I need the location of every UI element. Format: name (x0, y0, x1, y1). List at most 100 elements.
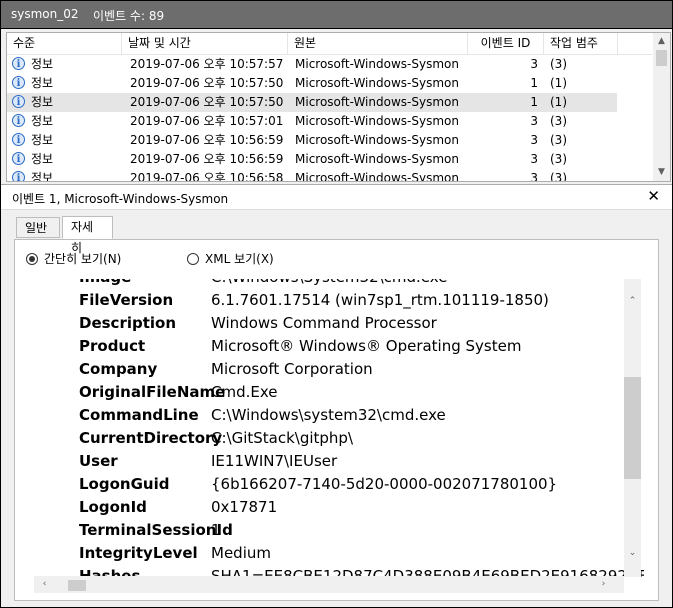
scroll-up-chevron-icon[interactable]: ⌃ (624, 293, 641, 310)
tab-details[interactable]: 자세히 (62, 216, 113, 255)
cell-source: Microsoft-Windows-Sysmon (295, 152, 459, 166)
radio-selected-icon (26, 253, 38, 265)
cell-id: 1 (530, 95, 538, 109)
field-value: 1 (211, 521, 221, 539)
column-datetime[interactable]: 날짜 및 시간 (122, 33, 288, 54)
cell-id: 3 (530, 171, 538, 182)
scroll-down-chevron-icon[interactable]: ⌄ (624, 545, 641, 562)
detail-field-row: FileVersion 6.1.7601.17514 (win7sp1_rtm.1… (34, 289, 634, 312)
column-event-id[interactable]: 이벤트 ID (468, 33, 544, 54)
field-key: CommandLine (79, 406, 199, 424)
scroll-up-arrow-icon[interactable]: ▲ (653, 33, 670, 50)
detail-field-row: User IE11WIN7\IEUser (34, 450, 634, 473)
cell-category: (1) (550, 76, 567, 90)
close-icon[interactable]: ✕ (647, 187, 660, 205)
info-icon (12, 169, 25, 181)
detail-field-row: LogonId 0x17871 (34, 496, 634, 519)
column-level[interactable]: 수준 (7, 33, 122, 54)
cell-source: Microsoft-Windows-Sysmon (295, 133, 459, 147)
cell-source: Microsoft-Windows-Sysmon (295, 95, 459, 109)
tab-general[interactable]: 일반 (16, 217, 60, 238)
info-icon (12, 55, 25, 74)
info-icon (12, 74, 25, 93)
list-scrollbar[interactable]: ▲ ▼ (653, 33, 670, 181)
cell-source: Microsoft-Windows-Sysmon (295, 114, 459, 128)
info-icon (12, 150, 25, 169)
info-icon (12, 131, 25, 150)
detail-field-row: CommandLine C:\Windows\system32\cmd.exe (34, 404, 634, 427)
event-detail-header: 이벤트 1, Microsoft-Windows-Sysmon ✕ (1, 184, 672, 210)
cell-level: 정보 (31, 171, 54, 182)
field-key: Description (79, 314, 177, 332)
xml-view-label: XML 보기(X) (205, 252, 274, 266)
field-value: Microsoft Corporation (211, 360, 373, 378)
cell-id: 3 (530, 152, 538, 166)
cell-source: Microsoft-Windows-Sysmon (295, 171, 459, 182)
field-key: Product (79, 337, 146, 355)
log-name: sysmon_02 (11, 7, 79, 21)
table-row[interactable]: 정보 2019-07-06 오후 10:57:50 Microsoft-Window… (7, 93, 617, 112)
field-value: Windows Command Processor (211, 314, 437, 332)
table-row[interactable]: 정보 2019-07-06 오후 10:57:01 Microsoft-Window… (7, 112, 617, 131)
list-scroll-thumb[interactable] (656, 50, 667, 66)
cell-level: 정보 (31, 76, 54, 90)
cell-level: 정보 (31, 57, 54, 71)
detail-horizontal-scrollbar[interactable]: ‹ › (34, 576, 624, 593)
table-row[interactable]: 정보 2019-07-06 오후 10:57:57 Microsoft-Window… (7, 55, 617, 74)
cell-level: 정보 (31, 114, 54, 128)
field-value: 6.1.7601.17514 (win7sp1_rtm.101119-1850) (211, 291, 549, 309)
table-row[interactable]: 정보 2019-07-06 오후 10:56:59 Microsoft-Window… (7, 150, 617, 169)
field-key: TerminalSessionId (79, 521, 233, 539)
column-header: 수준 날짜 및 시간 원본 이벤트 ID 작업 범주 (7, 33, 652, 55)
detail-scrollbar[interactable]: ⌃ ⌄ (624, 279, 641, 577)
cell-datetime: 2019-07-06 오후 10:57:50 (130, 95, 284, 109)
cell-category: (3) (550, 57, 567, 71)
field-key: Company (79, 360, 158, 378)
detail-field-row: LogonGuid {6b166207-7140-5d20-0000-002071… (34, 473, 634, 496)
cell-category: (3) (550, 133, 567, 147)
field-key: CurrentDirectory (79, 429, 223, 447)
cell-level: 정보 (31, 152, 54, 166)
horizontal-scroll-thumb[interactable] (68, 580, 86, 591)
event-data-view[interactable]: ImageC:\Windows\System32\cmd.exeFileVers… (34, 279, 644, 577)
cell-category: (3) (550, 114, 567, 128)
detail-scroll-thumb[interactable] (624, 377, 641, 479)
scroll-left-chevron-icon[interactable]: ‹ (36, 576, 53, 593)
detail-field-row: TerminalSessionId 1 (34, 519, 634, 542)
table-row[interactable]: 정보 2019-07-06 오후 10:56:58 Microsoft-Window… (7, 169, 617, 182)
column-source[interactable]: 원본 (288, 33, 468, 54)
detail-field-row: CurrentDirectory C:\GitStack\gitphp\ (34, 427, 634, 450)
cell-category: (3) (550, 152, 567, 166)
field-key: User (79, 452, 118, 470)
cell-level: 정보 (31, 95, 54, 109)
cell-id: 3 (530, 57, 538, 71)
cell-source: Microsoft-Windows-Sysmon (295, 76, 459, 90)
radio-unselected-icon (187, 253, 199, 265)
log-title-bar: sysmon_02 이벤트 수: 89 (1, 1, 672, 29)
cell-datetime: 2019-07-06 오후 10:56:58 (130, 171, 284, 182)
cell-datetime: 2019-07-06 오후 10:57:57 (130, 57, 284, 71)
cell-id: 1 (530, 76, 538, 90)
field-value: Medium (211, 544, 271, 562)
cell-datetime: 2019-07-06 오후 10:57:50 (130, 76, 284, 90)
field-value: Cmd.Exe (211, 383, 278, 401)
scroll-down-arrow-icon[interactable]: ▼ (653, 164, 670, 181)
cell-category: (1) (550, 95, 567, 109)
scroll-right-chevron-icon[interactable]: › (595, 576, 612, 593)
field-value: Microsoft® Windows® Operating System (211, 337, 522, 355)
field-key: IntegrityLevel (79, 544, 198, 562)
table-row[interactable]: 정보 2019-07-06 오후 10:57:50 Microsoft-Window… (7, 74, 617, 93)
detail-field-row: Image C:\Windows\System32\cmd.exe (34, 279, 634, 289)
detail-field-row: Company Microsoft Corporation (34, 358, 634, 381)
field-value: C:\GitStack\gitphp\ (211, 429, 354, 447)
field-value: IE11WIN7\IEUser (211, 452, 338, 470)
cell-level: 정보 (31, 133, 54, 147)
info-icon (12, 93, 25, 112)
field-value: 0x17871 (211, 498, 278, 516)
cell-id: 3 (530, 133, 538, 147)
column-task-category[interactable]: 작업 범주 (544, 33, 618, 54)
event-list[interactable]: 수준 날짜 및 시간 원본 이벤트 ID 작업 범주 정보 2019-07-06 … (6, 32, 671, 182)
field-key: Image (79, 279, 131, 289)
table-row[interactable]: 정보 2019-07-06 오후 10:56:59 Microsoft-Window… (7, 131, 617, 150)
detail-field-row: Product Microsoft® Windows® Operating Sys… (34, 335, 634, 358)
